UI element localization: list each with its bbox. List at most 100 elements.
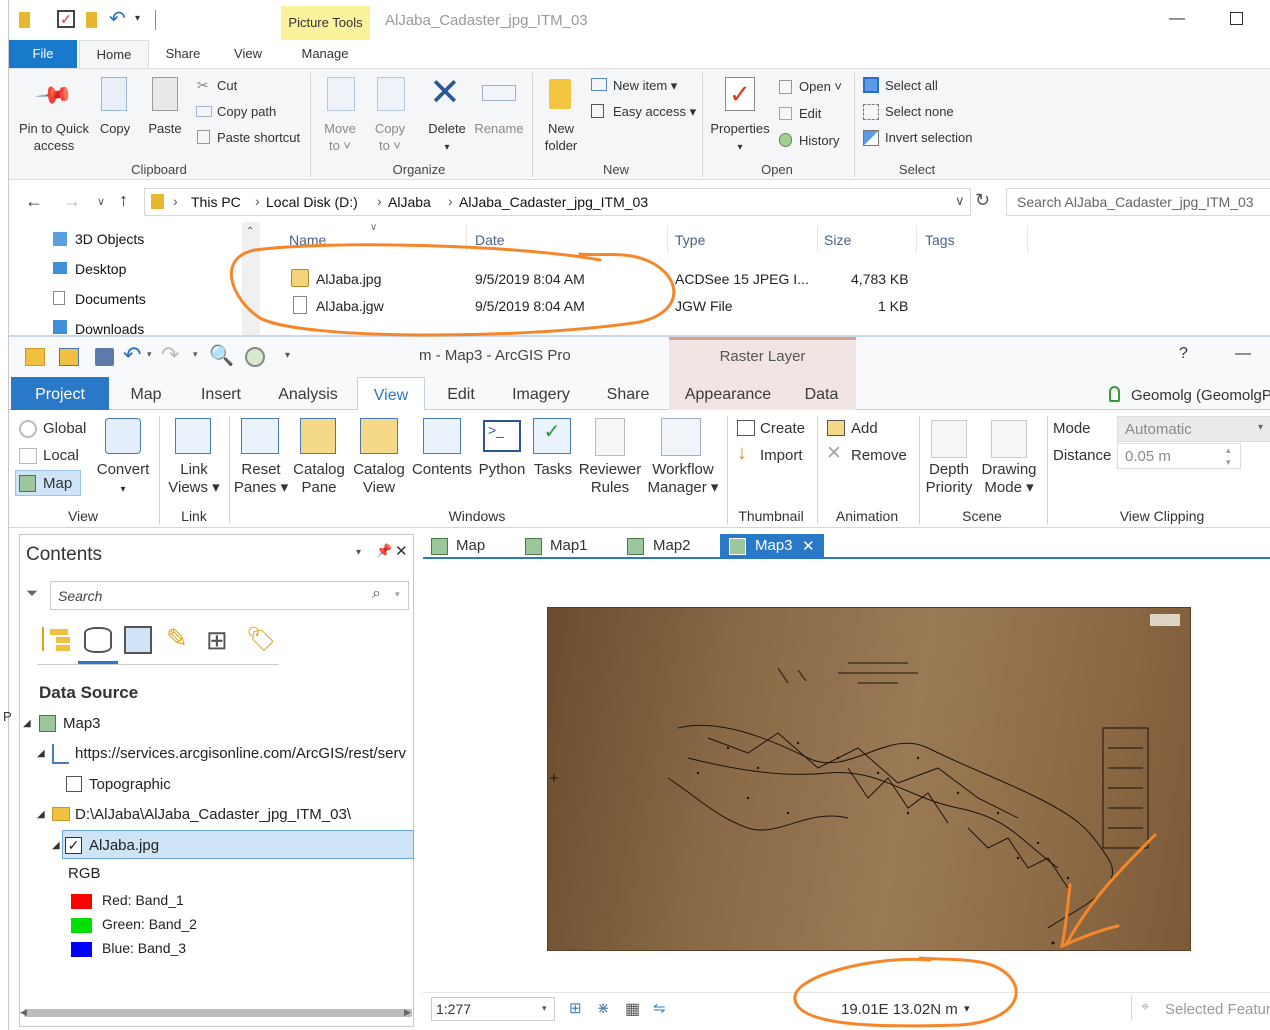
up-arrow-icon[interactable]: ↑ — [119, 190, 128, 211]
search-options-icon[interactable]: ▾ — [395, 589, 400, 600]
select-all-button[interactable]: Select all — [885, 78, 938, 94]
qat-dropdown-icon[interactable]: ▾ — [135, 13, 140, 24]
user-name[interactable]: Geomolg (GeomolgP — [1131, 387, 1270, 404]
folder-icon[interactable] — [19, 12, 30, 28]
column-tags[interactable]: Tags — [925, 232, 955, 248]
scroll-up-icon[interactable]: ⌃ — [246, 226, 254, 237]
breadcrumb-this-pc[interactable]: This PC — [191, 194, 241, 210]
column-size[interactable]: Size — [824, 232, 851, 248]
nav-3d-objects[interactable]: 3D Objects — [75, 231, 144, 247]
nav-scrollbar[interactable] — [242, 222, 260, 336]
depth-priority-button[interactable]: Depth Priority — [919, 461, 979, 497]
delete-button[interactable]: Delete ▾ — [421, 120, 473, 156]
tree-service-url[interactable]: https://services.arcgisonline.com/ArcGIS… — [75, 745, 413, 762]
breadcrumb-current-folder[interactable]: AlJaba_Cadaster_jpg_ITM_03 — [459, 194, 648, 210]
map-tab-map2[interactable]: Map2 — [653, 534, 691, 558]
pin-pane-icon[interactable]: 📌 — [376, 543, 392, 559]
breadcrumb-aljaba[interactable]: AlJaba — [388, 194, 431, 210]
table-row[interactable]: AlJaba.jpg 9/5/2019 8:04 AM ACDSee 15 JP… — [285, 266, 915, 292]
link-views-button[interactable]: Link Views ▾ — [164, 461, 224, 497]
help-icon[interactable]: ? — [1179, 345, 1188, 363]
save-icon[interactable] — [95, 348, 114, 366]
minimize-icon[interactable]: — — [1169, 10, 1185, 28]
breadcrumb-local-disk[interactable]: Local Disk (D:) — [266, 194, 358, 210]
expand-icon[interactable]: ◢ — [37, 748, 45, 759]
list-by-selection-icon[interactable] — [124, 626, 152, 654]
forward-arrow-icon[interactable]: → — [63, 191, 81, 212]
edit-button[interactable]: Edit — [799, 106, 821, 122]
list-by-data-source-icon[interactable] — [84, 627, 112, 653]
spinner-icon[interactable]: ▴ ▾ — [1226, 444, 1231, 468]
nav-desktop[interactable]: Desktop — [75, 261, 126, 277]
global-button[interactable]: Global — [43, 420, 86, 438]
tab-appearance[interactable]: Appearance — [669, 377, 787, 410]
drawing-mode-button[interactable]: Drawing Mode ▾ — [977, 461, 1041, 497]
add-feature-icon[interactable]: ⊞ — [569, 999, 582, 1017]
explorer-search-input[interactable]: Search AlJaba_Cadaster_jpg_ITM_03 — [1006, 188, 1270, 216]
tab-map[interactable]: Map — [121, 377, 171, 410]
tab-edit[interactable]: Edit — [437, 377, 485, 410]
coordinate-format-dropdown-icon[interactable]: ▾ — [964, 1002, 970, 1015]
new-folder-button[interactable]: New folder — [535, 120, 587, 154]
back-arrow-icon[interactable]: ← — [25, 191, 43, 212]
nav-documents[interactable]: Documents — [75, 291, 146, 307]
tab-share[interactable]: Share — [597, 377, 659, 410]
pane-menu-icon[interactable]: ▾ — [356, 547, 361, 558]
column-name[interactable]: Name — [289, 232, 326, 248]
table-row[interactable]: AlJaba.jgw 9/5/2019 8:04 AM JGW File 1 K… — [285, 293, 915, 319]
map-tab-map[interactable]: Map — [456, 534, 485, 558]
local-button[interactable]: Local — [43, 447, 79, 465]
invert-selection-button[interactable]: Invert selection — [885, 130, 972, 146]
undo-dropdown-icon[interactable]: ▾ — [147, 349, 152, 360]
redo-icon[interactable]: ↷ — [161, 342, 179, 368]
navigator-icon[interactable]: ⇋ — [653, 999, 666, 1017]
tree-topographic[interactable]: Topographic — [89, 776, 171, 793]
move-to-button[interactable]: Move to ˅ — [319, 120, 361, 154]
redo-dropdown-icon[interactable]: ▾ — [193, 349, 198, 360]
tab-manage[interactable]: Manage — [285, 40, 365, 68]
scroll-right-icon[interactable]: ▶ — [404, 1007, 411, 1018]
tree-folder[interactable]: D:\AlJaba\AlJaba_Cadaster_jpg_ITM_03\ — [75, 806, 351, 823]
tab-home[interactable]: Home — [79, 40, 149, 69]
tab-project[interactable]: Project — [11, 377, 109, 410]
copy-to-button[interactable]: Copy to ˅ — [369, 120, 411, 154]
easy-access-button[interactable]: Easy access ▾ — [613, 104, 696, 120]
convert-button[interactable]: Convert ▾ — [93, 461, 153, 499]
python-button[interactable]: Python — [475, 461, 529, 479]
tab-view[interactable]: View — [225, 40, 271, 68]
tab-data[interactable]: Data — [787, 377, 856, 410]
tasks-button[interactable]: Tasks — [529, 461, 577, 479]
grid-icon[interactable]: ▦ — [625, 999, 640, 1019]
new-folder-icon[interactable] — [86, 12, 97, 28]
refresh-icon[interactable]: ↻ — [975, 190, 990, 211]
layer-checkbox-checked[interactable]: ✓ — [65, 837, 82, 854]
filter-icon[interactable]: ⏷ — [26, 585, 38, 602]
expand-icon[interactable]: ◢ — [37, 809, 45, 820]
customize-qat-icon[interactable]: ▾ — [285, 350, 290, 361]
history-button[interactable]: History — [799, 133, 839, 149]
contents-button[interactable]: Contents — [409, 461, 475, 479]
catalog-view-button[interactable]: Catalog View — [349, 461, 409, 497]
add-animation-button[interactable]: Add — [851, 420, 878, 438]
undo-icon[interactable]: ↶ — [123, 342, 141, 368]
properties-check-icon[interactable]: ✓ — [57, 10, 75, 28]
zoom-icon[interactable]: 🔍 — [209, 343, 234, 368]
tree-map3[interactable]: Map3 — [63, 715, 101, 732]
copy-button[interactable]: Copy — [95, 120, 135, 137]
tree-layer-aljaba[interactable]: AlJaba.jpg — [89, 837, 159, 854]
properties-button[interactable]: Properties ▾ — [707, 120, 773, 156]
list-by-editing-icon[interactable]: ✎ — [166, 623, 188, 654]
search-icon[interactable]: ⌕ — [372, 585, 381, 603]
tab-insert[interactable]: Insert — [189, 377, 253, 410]
reset-panes-button[interactable]: Reset Panes ▾ — [231, 461, 291, 497]
scroll-left-icon[interactable]: ◀ — [20, 1007, 27, 1018]
paste-button[interactable]: Paste — [145, 120, 185, 137]
copy-path-button[interactable]: Copy path — [217, 104, 276, 120]
coordinates-readout[interactable]: 19.01E 13.02N m — [841, 1001, 958, 1018]
reviewer-rules-button[interactable]: Reviewer Rules — [577, 461, 643, 497]
scale-select[interactable]: 1:277 ▾ — [431, 997, 555, 1021]
catalog-pane-button[interactable]: Catalog Pane — [289, 461, 349, 497]
topographic-checkbox[interactable] — [66, 776, 82, 792]
tab-imagery[interactable]: Imagery — [501, 377, 581, 410]
close-pane-icon[interactable]: ✕ — [395, 542, 408, 560]
